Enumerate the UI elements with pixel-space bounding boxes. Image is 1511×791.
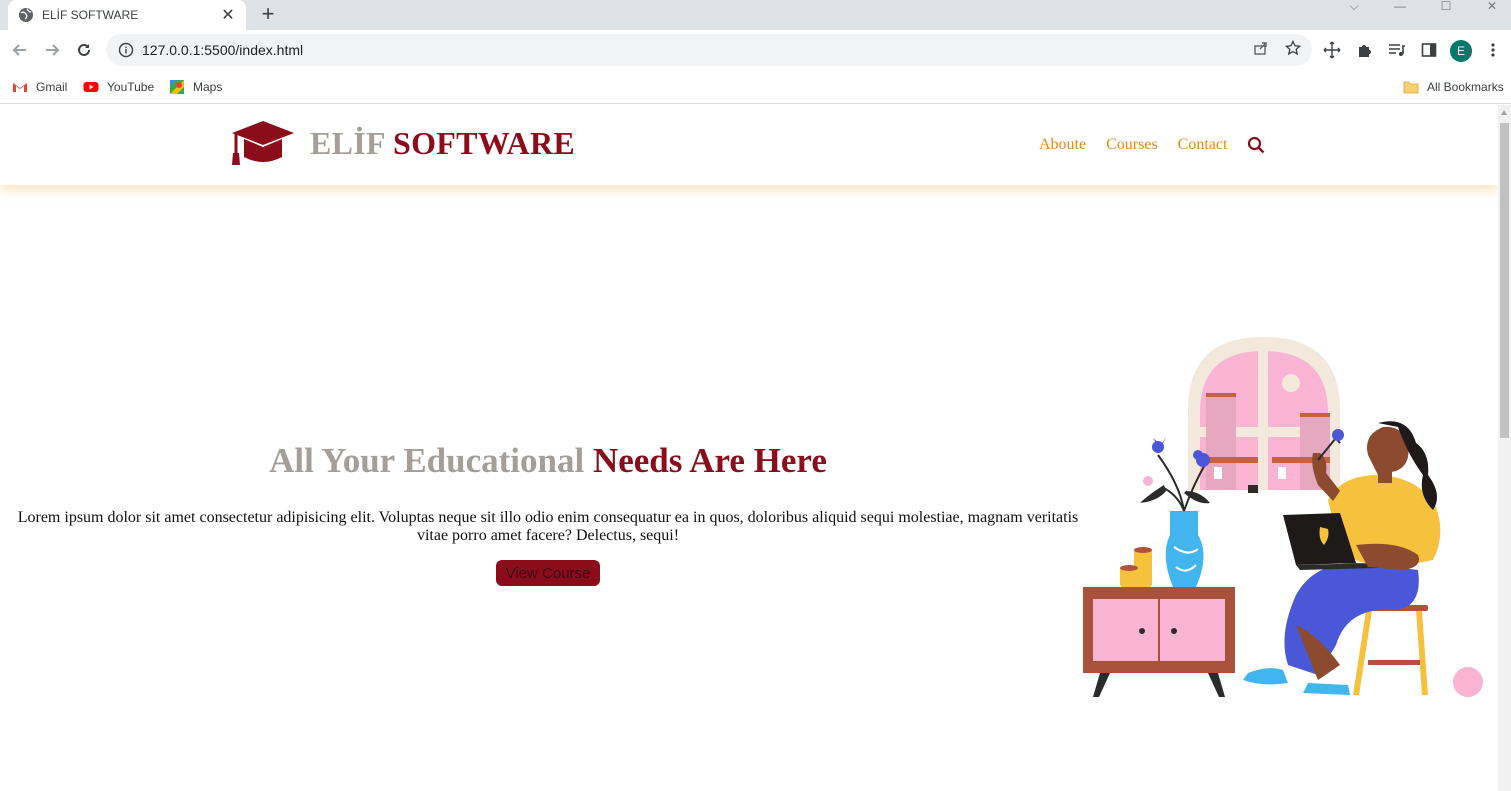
share-icon[interactable] (1251, 38, 1271, 58)
browser-toolbar: 127.0.0.1:5500/index.html E (0, 30, 1511, 72)
maximize-icon[interactable]: ☐ (1426, 0, 1466, 20)
brand-name: ELİF SOFTWARE (310, 125, 575, 162)
new-tab-button[interactable]: + (256, 2, 280, 26)
profile-avatar[interactable]: E (1450, 40, 1472, 62)
bookmark-label: YouTube (107, 80, 155, 94)
minimize-icon[interactable]: — (1380, 0, 1420, 20)
browser-tab[interactable]: ELİF SOFTWARE ✕ (8, 0, 246, 30)
all-bookmarks-folder[interactable]: All Bookmarks (1403, 79, 1504, 95)
forward-icon[interactable] (40, 38, 64, 62)
gmail-icon (13, 83, 27, 92)
bookmark-star-icon[interactable] (1283, 38, 1303, 58)
scroll-thumb[interactable] (1500, 123, 1509, 438)
tab-search-icon[interactable]: ⌵ (1334, 0, 1374, 20)
hero-title-part-1: All Your Educational (269, 441, 585, 480)
back-icon[interactable] (8, 38, 32, 62)
brand-part-1: ELİF (310, 124, 385, 161)
move-icon[interactable] (1322, 40, 1342, 60)
side-panel-icon[interactable] (1419, 40, 1439, 60)
bookmark-maps[interactable]: Maps (169, 79, 222, 95)
address-bar[interactable]: 127.0.0.1:5500/index.html (106, 34, 1312, 66)
page-viewport: ELİF SOFTWARE Aboute Courses Contact All… (0, 105, 1498, 791)
site-header: ELİF SOFTWARE Aboute Courses Contact (0, 105, 1498, 185)
url-text: 127.0.0.1:5500/index.html (142, 42, 304, 58)
scroll-up-arrow-icon[interactable] (1501, 110, 1507, 115)
media-icon[interactable] (1387, 40, 1407, 60)
reload-icon[interactable] (72, 38, 96, 62)
window-close-icon[interactable]: ✕ (1472, 0, 1511, 20)
tab-strip: ELİF SOFTWARE ✕ + ⌵ — ☐ ✕ (0, 0, 1511, 30)
bookmark-label: Gmail (36, 80, 68, 94)
info-icon[interactable] (118, 42, 134, 58)
nav-link-courses[interactable]: Courses (1106, 136, 1158, 154)
bookmark-label: Maps (193, 80, 223, 94)
all-bookmarks-label: All Bookmarks (1427, 80, 1504, 94)
bookmarks-bar: Gmail YouTube Maps All Bookmarks (0, 72, 1511, 104)
hero-description: Lorem ipsum dolor sit amet consectetur a… (17, 509, 1079, 544)
search-icon[interactable] (1247, 136, 1265, 154)
hero-illustration (1083, 337, 1483, 697)
hero-title-part-2: Needs Are Here (592, 441, 827, 480)
bookmark-youtube[interactable]: YouTube (83, 79, 154, 95)
view-course-button[interactable]: View Course (496, 560, 600, 586)
nav-link-contact[interactable]: Contact (1178, 136, 1228, 154)
extensions-icon[interactable] (1355, 40, 1375, 60)
menu-icon[interactable] (1483, 40, 1503, 60)
graduation-cap-icon (232, 121, 294, 165)
globe-icon (19, 8, 33, 22)
folder-icon (1403, 81, 1419, 94)
site-logo[interactable]: ELİF SOFTWARE (230, 119, 575, 167)
youtube-icon (83, 82, 99, 92)
nav-link-aboute[interactable]: Aboute (1039, 136, 1086, 154)
maps-icon (170, 80, 184, 94)
brand-part-2: SOFTWARE (393, 124, 576, 161)
tab-title: ELİF SOFTWARE (42, 8, 139, 22)
page-scrollbar[interactable] (1498, 105, 1511, 791)
close-tab-icon[interactable]: ✕ (220, 5, 236, 25)
hero-title: All Your Educational Needs Are Here (0, 441, 1096, 481)
main-nav: Aboute Courses Contact (1039, 136, 1265, 154)
bookmark-gmail[interactable]: Gmail (12, 79, 67, 95)
